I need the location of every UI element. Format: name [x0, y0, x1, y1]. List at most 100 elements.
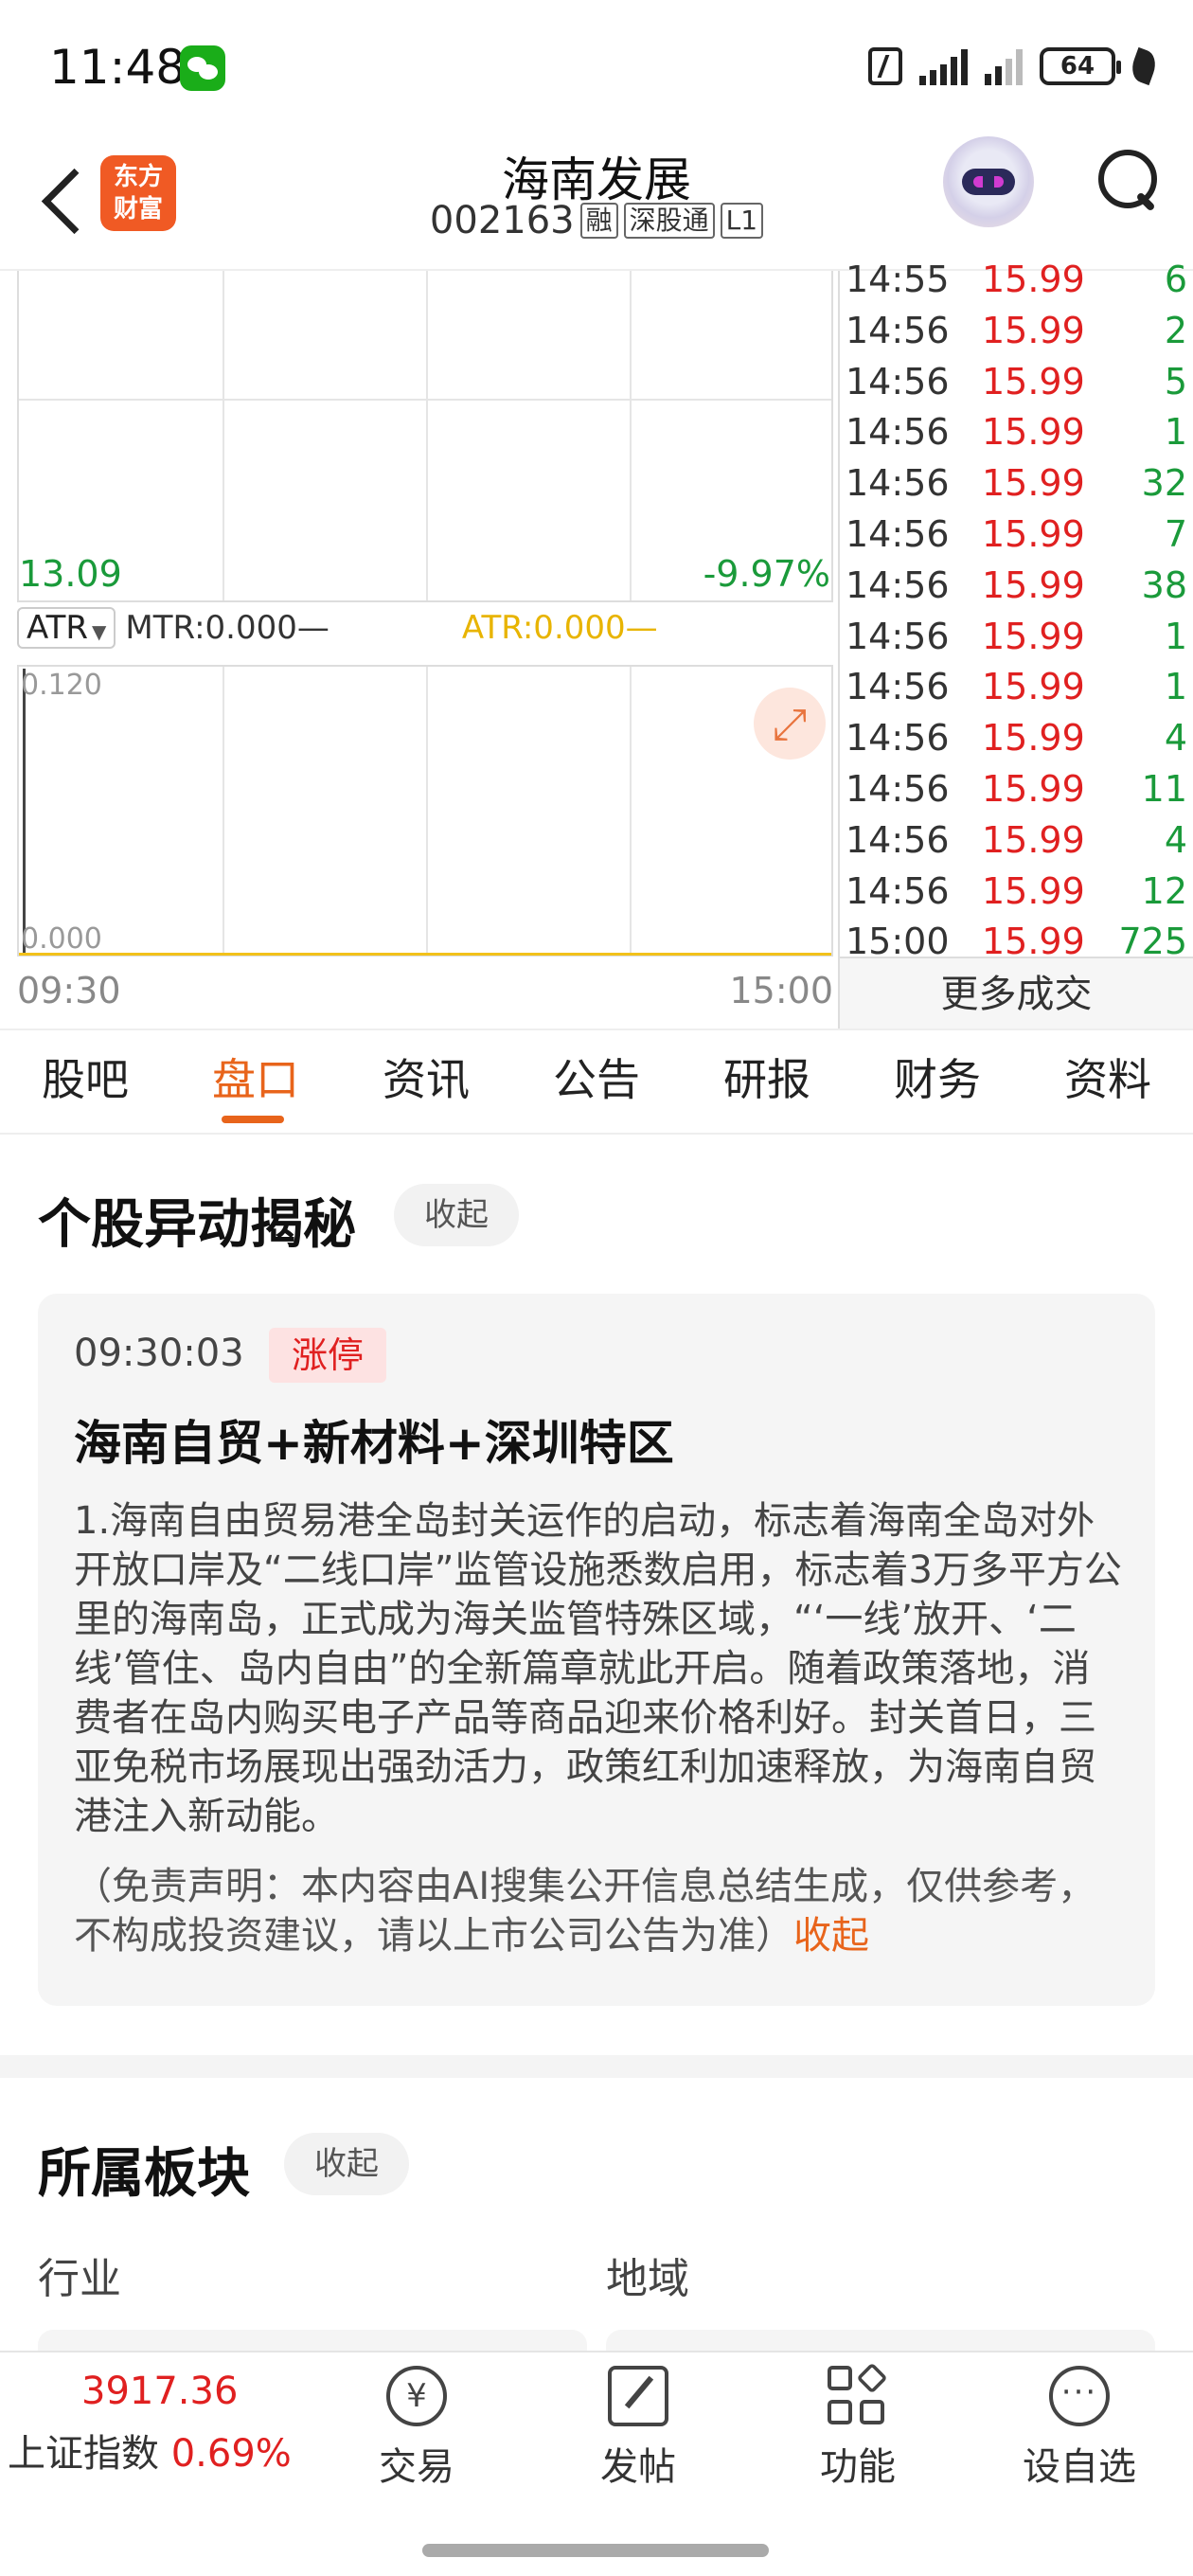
functions-label: 功能 — [820, 2445, 896, 2489]
tick-row: 14:56 15.99 4 — [840, 712, 1193, 763]
tick-time: 14:56 — [846, 360, 950, 402]
tick-row: 14:56 15.99 12 — [840, 866, 1193, 917]
tick-row: 14:56 15.99 7 — [840, 509, 1193, 560]
disclaimer: （免责声明：本内容由AI搜集公开信息总结生成，仅供参考，不构成投资建议，请以上市… — [74, 1862, 1125, 1960]
tick-row: 14:56 15.99 2 — [840, 305, 1193, 356]
tick-row: 14:56 15.99 38 — [840, 560, 1193, 611]
tick-vol: 1 — [1164, 411, 1187, 454]
tick-price: 15.99 — [982, 411, 1085, 454]
collapse-sectors-button[interactable]: 收起 — [284, 2133, 409, 2195]
status-time: 11:48 — [49, 40, 187, 95]
tick-vol: 2 — [1164, 309, 1187, 351]
tick-vol: 1 — [1164, 666, 1187, 708]
bottom-bar: 3917.36 上证指数 0.69% ¥ 交易 发帖 功能 ··· 设自选 — [0, 2351, 1193, 2576]
tick-time: 14:56 — [846, 818, 950, 861]
tick-row: 14:56 15.99 1 — [840, 661, 1193, 712]
movement-body: 1.海南自由贸易港全岛封关运作的启动，标志着海南全岛对外开放口岸及“二线口岸”监… — [74, 1499, 1122, 1838]
tick-vol: 1 — [1164, 615, 1187, 657]
add-watchlist-button[interactable]: ··· 设自选 — [1004, 2366, 1155, 2491]
tick-vol: 32 — [1141, 462, 1187, 505]
wechat-notification-icon — [180, 45, 225, 91]
indicator-bottom-label: 0.000 — [21, 922, 102, 956]
pct-low-label: -9.97% — [703, 553, 830, 595]
tick-time: 14:56 — [846, 564, 950, 606]
nfc-icon — [868, 47, 902, 85]
tick-time: 14:56 — [846, 462, 950, 505]
grid-icon — [828, 2362, 888, 2426]
tick-vol: 11 — [1141, 768, 1187, 810]
tick-price: 15.99 — [982, 462, 1085, 505]
time-axis: 09:30 15:00 — [17, 970, 833, 1011]
tick-vol: 4 — [1164, 818, 1187, 861]
section-title-movement: 个股异动揭秘 — [38, 1194, 356, 1256]
tick-row: 14:56 15.99 11 — [840, 763, 1193, 814]
tick-price: 15.99 — [982, 615, 1085, 657]
search-icon[interactable] — [1095, 146, 1161, 212]
tag-margin: 融 — [579, 203, 618, 239]
indicator-select-value: ATR — [27, 609, 89, 647]
atr-spike — [23, 669, 26, 955]
trade-ticks[interactable]: 14:55 15.99 6 14:56 15.99 2 14:56 15.99 5 14:56 15… — [838, 259, 1193, 1029]
leaf-icon — [1127, 46, 1161, 86]
section-divider — [0, 2055, 1193, 2078]
index-value[interactable]: 3917.36 — [81, 2370, 238, 2413]
tick-vol: 7 — [1164, 513, 1187, 555]
index-ticker[interactable]: 上证指数 0.69% — [8, 2423, 292, 2478]
signal-secondary-icon — [985, 47, 1023, 85]
indicator-grid — [17, 665, 833, 957]
tag-connect: 深股通 — [623, 203, 715, 239]
expand-icon[interactable] — [754, 688, 826, 760]
more-icon: ··· — [1049, 2366, 1110, 2426]
tick-time: 14:55 — [846, 259, 950, 300]
fold-link[interactable]: 收起 — [793, 1914, 869, 1958]
collapse-movement-button[interactable]: 收起 — [394, 1184, 519, 1246]
ai-robot-icon[interactable] — [943, 136, 1034, 227]
tag-level: L1 — [720, 203, 764, 239]
tick-time: 14:56 — [846, 513, 950, 555]
tick-price: 15.99 — [982, 259, 1085, 300]
home-indicator[interactable] — [422, 2544, 769, 2557]
tick-vol: 4 — [1164, 717, 1187, 760]
movement-time: 09:30:03 — [74, 1332, 244, 1375]
time-end: 15:00 — [729, 970, 833, 1011]
tab-5[interactable]: 财务 — [852, 1030, 1023, 1133]
tab-3[interactable]: 公告 — [511, 1030, 682, 1133]
stock-code: 002163 — [429, 199, 575, 242]
battery-icon: 64 — [1040, 47, 1121, 85]
header: 东方 财富 海南发展 002163 融 深股通 L1 — [0, 133, 1193, 271]
trade-label: 交易 — [379, 2445, 454, 2489]
movement-card: 09:30:03 涨停 海南自贸+新材料+深圳特区 1.海南自由贸易港全岛封关运… — [38, 1294, 1155, 2006]
tick-time: 14:56 — [846, 869, 950, 912]
disclaimer-text: （免责声明：本内容由AI搜集公开信息总结生成，仅供参考，不构成投资建议，请以上市… — [74, 1865, 1096, 1958]
status-bar: 11:48 64 — [0, 0, 1193, 133]
post-button[interactable]: 发帖 — [562, 2366, 714, 2491]
tab-4[interactable]: 研报 — [682, 1030, 852, 1133]
atr-line — [19, 953, 831, 956]
trade-button[interactable]: ¥ 交易 — [341, 2366, 492, 2491]
indicator-select[interactable]: ATR ▼ — [17, 607, 116, 649]
tick-time: 14:56 — [846, 615, 950, 657]
tick-price: 15.99 — [982, 309, 1085, 351]
intraday-chart[interactable]: 13.09 -9.97% ATR ▼ MTR:0.000— ATR:0.000— … — [0, 271, 838, 1029]
tab-6[interactable]: 资料 — [1023, 1030, 1193, 1133]
tick-row: 14:56 15.99 5 — [840, 356, 1193, 407]
atr-label: ATR:0.000— — [461, 609, 658, 647]
tick-vol: 38 — [1141, 564, 1187, 606]
tick-price: 15.99 — [982, 564, 1085, 606]
tab-1[interactable]: 盘口 — [170, 1030, 341, 1133]
status-badge: 涨停 — [269, 1328, 387, 1383]
post-label: 发帖 — [600, 2445, 676, 2489]
tab-0[interactable]: 股吧 — [0, 1030, 170, 1133]
tick-row: 14:55 15.99 6 — [840, 254, 1193, 305]
tick-price: 15.99 — [982, 869, 1085, 912]
tick-vol: 12 — [1141, 869, 1187, 912]
movement-headline: 海南自贸+新材料+深圳特区 — [74, 1416, 674, 1471]
tick-price: 15.99 — [982, 717, 1085, 760]
status-indicators: 64 — [868, 46, 1161, 86]
tick-row: 14:56 15.99 1 — [840, 611, 1193, 662]
tab-2[interactable]: 资讯 — [341, 1030, 511, 1133]
tick-price: 15.99 — [982, 818, 1085, 861]
more-trades-button[interactable]: 更多成交 — [838, 957, 1193, 1029]
functions-button[interactable]: 功能 — [782, 2362, 934, 2491]
tick-row: 14:56 15.99 4 — [840, 814, 1193, 866]
